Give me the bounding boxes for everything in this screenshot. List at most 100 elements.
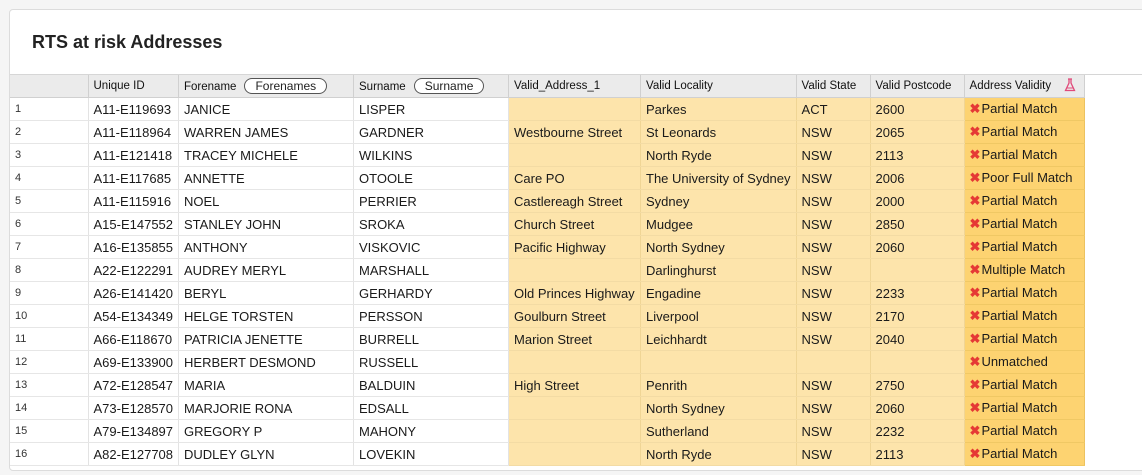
cell-valid-address[interactable]: Westbourne Street (508, 120, 642, 144)
cell-address-validity[interactable]: ✖Partial Match (964, 442, 1085, 466)
column-header-valid-locality[interactable]: Valid Locality (640, 75, 797, 98)
cell-forename[interactable]: AUDREY MERYL (178, 258, 355, 282)
cell-valid-postcode[interactable]: 2040 (870, 327, 965, 351)
cell-valid-postcode[interactable]: 2233 (870, 281, 965, 305)
cell-unique-id[interactable]: A26-E141420 (88, 281, 180, 305)
cell-valid-locality[interactable]: North Ryde (640, 143, 797, 167)
forename-filter-chip[interactable]: Forenames (244, 78, 328, 94)
cell-valid-address[interactable]: Church Street (508, 212, 642, 236)
cell-valid-state[interactable]: NSW (796, 373, 871, 397)
cell-valid-postcode[interactable]: 2170 (870, 304, 965, 328)
cell-valid-locality[interactable]: St Leonards (640, 120, 797, 144)
cell-valid-locality[interactable]: Engadine (640, 281, 797, 305)
cell-valid-address[interactable]: Pacific Highway (508, 235, 642, 259)
cell-valid-postcode[interactable]: 2113 (870, 442, 965, 466)
cell-address-validity[interactable]: ✖Multiple Match (964, 258, 1085, 282)
cell-valid-locality[interactable]: Parkes (640, 97, 797, 121)
table-row[interactable]: 12 A69-E133900 HERBERT DESMOND RUSSELL ✖Unma… (10, 350, 1085, 374)
cell-valid-address[interactable] (508, 419, 642, 443)
table-row[interactable]: 4 A11-E117685 ANNETTE OTOOLE Care PO The Univ… (10, 166, 1085, 190)
cell-valid-locality[interactable]: Leichhardt (640, 327, 797, 351)
cell-valid-locality[interactable]: Sydney (640, 189, 797, 213)
cell-surname[interactable]: SROKA (353, 212, 510, 236)
cell-unique-id[interactable]: A73-E128570 (88, 396, 180, 420)
cell-forename[interactable]: HERBERT DESMOND (178, 350, 355, 374)
cell-unique-id[interactable]: A15-E147552 (88, 212, 180, 236)
row-number[interactable]: 4 (10, 166, 89, 190)
cell-valid-state[interactable]: NSW (796, 304, 871, 328)
cell-valid-locality[interactable]: Darlinghurst (640, 258, 797, 282)
cell-unique-id[interactable]: A54-E134349 (88, 304, 180, 328)
cell-valid-locality[interactable]: Sutherland (640, 419, 797, 443)
column-header-surname[interactable]: Surname Surname (353, 75, 510, 98)
cell-valid-state[interactable]: NSW (796, 143, 871, 167)
table-row[interactable]: 10 A54-E134349 HELGE TORSTEN PERSSON Goulbur… (10, 304, 1085, 328)
cell-valid-address[interactable] (508, 258, 642, 282)
cell-surname[interactable]: VISKOVIC (353, 235, 510, 259)
cell-forename[interactable]: DUDLEY GLYN (178, 442, 355, 466)
cell-address-validity[interactable]: ✖Poor Full Match (964, 166, 1085, 190)
cell-valid-state[interactable]: NSW (796, 419, 871, 443)
cell-unique-id[interactable]: A79-E134897 (88, 419, 180, 443)
cell-address-validity[interactable]: ✖Partial Match (964, 327, 1085, 351)
cell-valid-locality[interactable]: The University of Sydney (640, 166, 797, 190)
cell-forename[interactable]: ANTHONY (178, 235, 355, 259)
surname-filter-chip[interactable]: Surname (413, 78, 485, 94)
cell-valid-postcode[interactable]: 2600 (870, 97, 965, 121)
cell-forename[interactable]: HELGE TORSTEN (178, 304, 355, 328)
row-number[interactable]: 5 (10, 189, 89, 213)
row-number[interactable]: 16 (10, 442, 89, 466)
cell-valid-postcode[interactable] (870, 350, 965, 374)
cell-forename[interactable]: MARJORIE RONA (178, 396, 355, 420)
cell-forename[interactable]: GREGORY P (178, 419, 355, 443)
cell-valid-locality[interactable]: Penrith (640, 373, 797, 397)
cell-surname[interactable]: PERSSON (353, 304, 510, 328)
cell-address-validity[interactable]: ✖Partial Match (964, 235, 1085, 259)
cell-valid-state[interactable]: NSW (796, 235, 871, 259)
cell-address-validity[interactable]: ✖Partial Match (964, 143, 1085, 167)
row-number[interactable]: 13 (10, 373, 89, 397)
cell-valid-address[interactable] (508, 442, 642, 466)
cell-unique-id[interactable]: A66-E118670 (88, 327, 180, 351)
column-header-forename[interactable]: Forename Forenames (178, 75, 355, 98)
cell-valid-state[interactable]: NSW (796, 327, 871, 351)
cell-unique-id[interactable]: A22-E122291 (88, 258, 180, 282)
cell-surname[interactable]: BURRELL (353, 327, 510, 351)
cell-unique-id[interactable]: A11-E115916 (88, 189, 180, 213)
cell-surname[interactable]: WILKINS (353, 143, 510, 167)
cell-valid-postcode[interactable]: 2060 (870, 396, 965, 420)
cell-address-validity[interactable]: ✖Partial Match (964, 120, 1085, 144)
table-row[interactable]: 9 A26-E141420 BERYL GERHARDY Old Princes Hig… (10, 281, 1085, 305)
cell-valid-address[interactable]: Old Princes Highway (508, 281, 642, 305)
cell-valid-address[interactable] (508, 97, 642, 121)
cell-surname[interactable]: BALDUIN (353, 373, 510, 397)
table-row[interactable]: 5 A11-E115916 NOEL PERRIER Castlereagh Stree… (10, 189, 1085, 213)
cell-valid-locality[interactable]: North Sydney (640, 235, 797, 259)
row-number[interactable]: 12 (10, 350, 89, 374)
column-header-valid-state[interactable]: Valid State (796, 75, 871, 98)
cell-valid-postcode[interactable]: 2065 (870, 120, 965, 144)
table-row[interactable]: 1 A11-E119693 JANICE LISPER Parkes ACT 2600 ✖Pa… (10, 97, 1085, 121)
row-number[interactable]: 15 (10, 419, 89, 443)
cell-valid-address[interactable]: Care PO (508, 166, 642, 190)
row-number[interactable]: 14 (10, 396, 89, 420)
row-number[interactable]: 8 (10, 258, 89, 282)
cell-valid-postcode[interactable]: 2113 (870, 143, 965, 167)
cell-valid-address[interactable] (508, 396, 642, 420)
cell-valid-locality[interactable]: North Sydney (640, 396, 797, 420)
cell-surname[interactable]: MARSHALL (353, 258, 510, 282)
table-row[interactable]: 13 A72-E128547 MARIA BALDUIN High Street Penr… (10, 373, 1085, 397)
cell-valid-address[interactable] (508, 350, 642, 374)
table-row[interactable]: 11 A66-E118670 PATRICIA JENETTE BURRELL Mari… (10, 327, 1085, 351)
cell-valid-postcode[interactable]: 2750 (870, 373, 965, 397)
row-number[interactable]: 10 (10, 304, 89, 328)
cell-unique-id[interactable]: A82-E127708 (88, 442, 180, 466)
cell-unique-id[interactable]: A16-E135855 (88, 235, 180, 259)
cell-valid-state[interactable]: NSW (796, 281, 871, 305)
cell-unique-id[interactable]: A11-E118964 (88, 120, 180, 144)
cell-valid-state[interactable] (796, 350, 871, 374)
table-row[interactable]: 8 A22-E122291 AUDREY MERYL MARSHALL Darlingh… (10, 258, 1085, 282)
cell-surname[interactable]: EDSALL (353, 396, 510, 420)
cell-address-validity[interactable]: ✖Partial Match (964, 97, 1085, 121)
cell-valid-postcode[interactable]: 2850 (870, 212, 965, 236)
